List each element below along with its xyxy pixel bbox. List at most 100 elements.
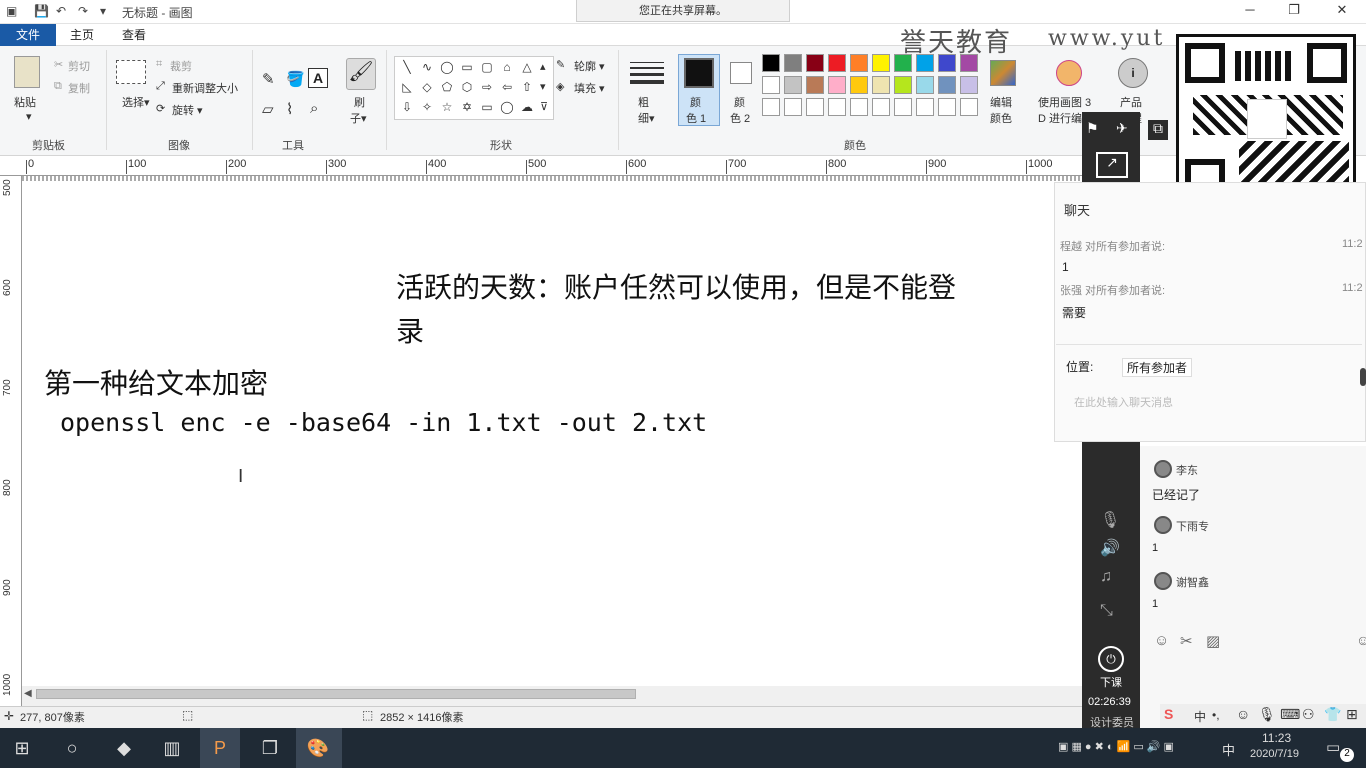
rounded-rect-shape-icon[interactable]: ▢ (478, 60, 496, 74)
rectangle-shape-icon[interactable]: ▭ (458, 60, 476, 74)
select-icon[interactable] (116, 60, 146, 84)
brush-icon[interactable]: 🖌 (346, 58, 376, 90)
palette-swatch-empty[interactable] (806, 98, 824, 116)
pencil-icon[interactable]: ✎ (262, 70, 275, 88)
palette-swatch-empty[interactable] (872, 98, 890, 116)
paint3d-icon[interactable] (1056, 60, 1082, 86)
copy-button[interactable]: 复制 (68, 80, 90, 96)
ime-voice-icon[interactable]: 🎙 (1258, 706, 1276, 723)
app-icon-1[interactable]: ◆ (110, 734, 138, 762)
palette-swatch[interactable] (850, 54, 868, 72)
palette-swatch[interactable] (806, 54, 824, 72)
triangle-shape-icon[interactable]: △ (518, 60, 536, 74)
resize-button[interactable]: 重新调整大小 (172, 80, 238, 96)
polygon-shape-icon[interactable]: ⌂ (498, 60, 516, 74)
palette-swatch[interactable] (762, 54, 780, 72)
palette-swatch-empty[interactable] (828, 98, 846, 116)
palette-swatch[interactable] (828, 76, 846, 94)
palette-swatch[interactable] (828, 54, 846, 72)
fill-button[interactable]: 填充 ▾ (574, 80, 605, 96)
callout-cloud-shape-icon[interactable]: ☁ (518, 100, 536, 114)
oval-shape-icon[interactable]: ◯ (438, 60, 456, 74)
paste-dropdown-icon[interactable]: ▾ (26, 110, 32, 123)
palette-swatch[interactable] (960, 76, 978, 94)
palette-swatch[interactable] (806, 76, 824, 94)
curve-shape-icon[interactable]: ∿ (418, 60, 436, 74)
leave-class-icon[interactable]: ⏻ (1098, 646, 1124, 672)
fullscreen-icon[interactable]: ⤡ (1100, 602, 1113, 620)
diamond-shape-icon[interactable]: ◇ (418, 80, 436, 94)
sogou-ime-icon[interactable]: S (1164, 706, 1173, 722)
rotate-button[interactable]: 旋转 ▾ (172, 102, 203, 118)
palette-swatch[interactable] (872, 76, 890, 94)
callout-oval-shape-icon[interactable]: ◯ (498, 100, 516, 114)
tray-ime[interactable]: 中 (1222, 740, 1235, 759)
customize-qat-icon[interactable]: ▾ (100, 4, 106, 18)
six-point-star-shape-icon[interactable]: ✡ (458, 100, 476, 114)
tab-view[interactable]: 查看 (122, 24, 146, 46)
search-icon[interactable]: ○ (58, 734, 86, 762)
edit-colors-icon[interactable] (990, 60, 1016, 86)
close-button[interactable]: ✕ (1330, 2, 1354, 20)
horizontal-scroll-thumb[interactable] (36, 689, 636, 699)
palette-swatch[interactable] (784, 76, 802, 94)
magnifier-icon[interactable]: ⌕ (310, 100, 318, 117)
palette-swatch[interactable] (894, 76, 912, 94)
ime-punctuation-icon[interactable]: •, (1212, 708, 1220, 722)
size-lines-icon[interactable] (630, 60, 664, 84)
palette-swatch[interactable] (784, 54, 802, 72)
app-icon-2[interactable]: ▥ (158, 734, 186, 762)
pin-icon[interactable]: ⚑ (1086, 120, 1099, 137)
music-icon[interactable]: ♫ (1100, 568, 1112, 586)
share-screen-icon[interactable]: ↗ (1096, 152, 1128, 178)
app-icon-3[interactable]: ❐ (256, 734, 284, 762)
leave-class-label[interactable]: 下课 (1100, 674, 1122, 690)
eraser-icon[interactable]: ▱ (262, 100, 274, 118)
palette-swatch-empty[interactable] (784, 98, 802, 116)
redo-icon[interactable]: ↷ (78, 4, 88, 18)
paint-icon[interactable]: 🎨 (304, 734, 332, 762)
send-icon[interactable]: ✈ (1116, 120, 1128, 137)
chat-scroll-handle[interactable] (1360, 368, 1366, 386)
ime-shirt-icon[interactable]: 👕 (1324, 706, 1341, 723)
five-point-star-shape-icon[interactable]: ☆ (438, 100, 456, 114)
ime-keyboard-icon[interactable]: ⌨ (1280, 706, 1300, 723)
palette-swatch[interactable] (850, 76, 868, 94)
cut-button[interactable]: 剪切 (68, 58, 90, 74)
maximize-button[interactable]: ❐ (1282, 2, 1306, 20)
up-arrow-shape-icon[interactable]: ⇧ (518, 80, 536, 94)
more-icon[interactable]: ☺ (1356, 632, 1366, 648)
ime-mode[interactable]: 中 (1194, 708, 1206, 725)
ime-skin-icon[interactable]: ⚇ (1302, 706, 1315, 723)
fill-bucket-icon[interactable]: 🪣 (286, 70, 305, 88)
speaker-icon[interactable]: 🔊 (1100, 538, 1120, 558)
minimize-button[interactable]: ─ (1238, 2, 1262, 20)
color2-swatch[interactable] (730, 62, 752, 84)
tray-icons[interactable]: ▣ ▦ ● ✖ ◐ 📶 ▭ 🔊 ▣ (1058, 740, 1174, 753)
palette-swatch[interactable] (872, 54, 890, 72)
right-triangle-shape-icon[interactable]: ◺ (398, 80, 416, 94)
four-point-star-shape-icon[interactable]: ✧ (418, 100, 436, 114)
shapes-scroll-down-icon[interactable]: ▾ (540, 80, 546, 93)
palette-swatch-empty[interactable] (916, 98, 934, 116)
emoji-icon[interactable]: ☺ (1154, 632, 1169, 649)
right-arrow-shape-icon[interactable]: ⇨ (478, 80, 496, 94)
paste-icon[interactable] (14, 56, 40, 88)
paste-button[interactable]: 粘贴 (14, 94, 36, 110)
scissors-icon[interactable]: ✂ (1180, 632, 1193, 650)
line-shape-icon[interactable]: ╲ (398, 60, 416, 74)
shapes-expand-icon[interactable]: ⊽ (540, 100, 548, 113)
clock-date[interactable]: 2020/7/19 (1250, 748, 1299, 760)
palette-swatch[interactable] (938, 76, 956, 94)
pentagon-shape-icon[interactable]: ⬠ (438, 80, 456, 94)
chat-recipient-select[interactable]: 所有参加者 (1122, 358, 1193, 377)
down-arrow-shape-icon[interactable]: ⇩ (398, 100, 416, 114)
notification-icon[interactable]: ▭ (1326, 738, 1340, 756)
tab-home[interactable]: 主页 (70, 24, 94, 46)
scroll-left-icon[interactable]: ◀ (24, 688, 32, 699)
palette-swatch-empty[interactable] (938, 98, 956, 116)
chat-input[interactable]: 在此处输入聊天消息 (1074, 394, 1173, 410)
outline-button[interactable]: 轮廓 ▾ (574, 58, 605, 74)
left-arrow-shape-icon[interactable]: ⇦ (498, 80, 516, 94)
hexagon-shape-icon[interactable]: ⬡ (458, 80, 476, 94)
